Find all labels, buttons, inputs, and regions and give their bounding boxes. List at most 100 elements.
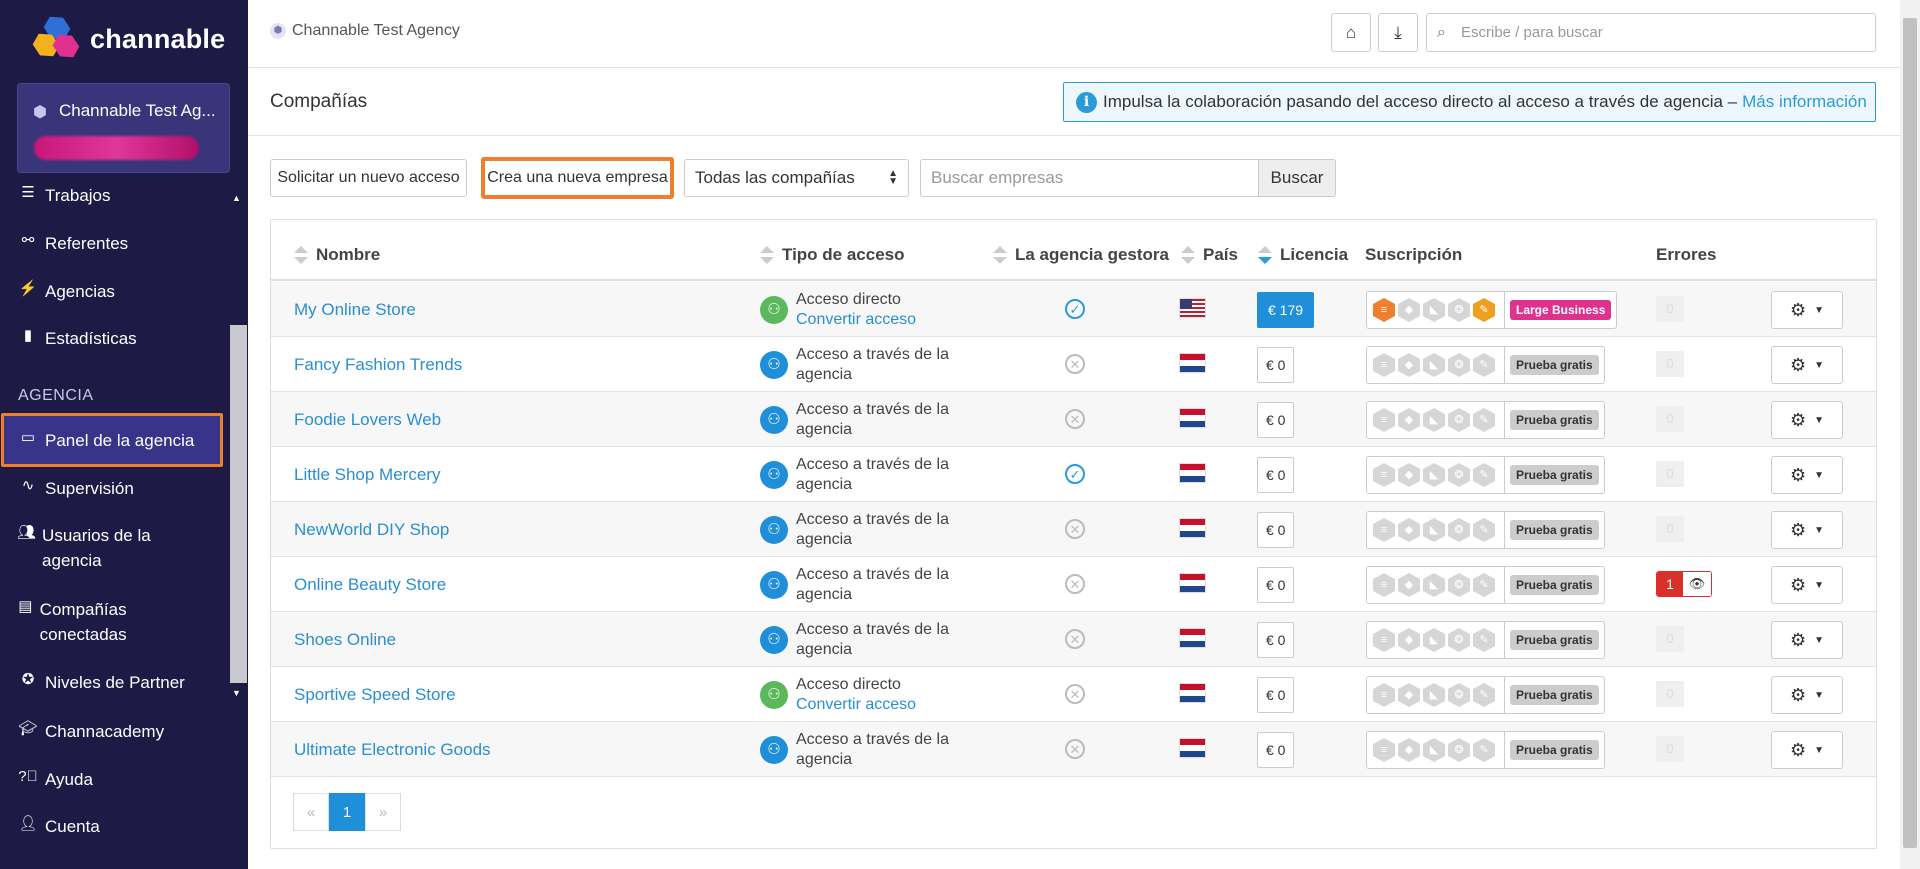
pagination-next[interactable]: » bbox=[365, 793, 401, 831]
sidebar-item-estadisticas[interactable]: ▮ Estadísticas bbox=[0, 326, 228, 351]
subscription-widget[interactable]: ≡ ◆ ◣ ❂ ✎ Prueba gratis bbox=[1366, 401, 1605, 439]
license-badge[interactable]: € 0 bbox=[1257, 512, 1295, 548]
subscription-widget[interactable]: ≡ ◆ ◣ ❂ ✎ Prueba gratis bbox=[1366, 566, 1605, 604]
errors-badge[interactable]: 1 👁︎ bbox=[1656, 571, 1712, 597]
company-name-link[interactable]: My Online Store bbox=[294, 300, 416, 320]
row-settings-button[interactable]: ⚙ ▼ bbox=[1771, 621, 1843, 659]
row-settings-button[interactable]: ⚙ ▼ bbox=[1771, 456, 1843, 494]
errors-count: 0 bbox=[1656, 296, 1684, 322]
chart-icon: ▮ bbox=[23, 327, 33, 344]
subscription-widget[interactable]: ≡ ◆ ◣ ❂ ✎ Prueba gratis bbox=[1366, 731, 1605, 769]
sidebar-item-channacademy[interactable]: 🎓︎ Channacademy bbox=[0, 719, 228, 744]
sidebar-item-niveles[interactable]: ✪ Niveles de Partner bbox=[0, 670, 228, 695]
company-name-link[interactable]: Online Beauty Store bbox=[294, 575, 446, 595]
request-access-button[interactable]: Solicitar un nuevo acceso bbox=[270, 159, 467, 197]
channel-hex-icon: ≡ bbox=[1373, 463, 1395, 487]
row-settings-button[interactable]: ⚙ ▼ bbox=[1771, 346, 1843, 384]
errors-count: 0 bbox=[1656, 406, 1684, 432]
col-name[interactable]: Nombre bbox=[294, 245, 380, 265]
subscription-widget[interactable]: ≡ ◆ ◣ ❂ ✎ Prueba gratis bbox=[1366, 511, 1605, 549]
sidebar-item-referentes[interactable]: ⚯ Referentes bbox=[0, 231, 228, 256]
channel-hex-icon: ✎ bbox=[1473, 298, 1495, 322]
sidebar-item-companias[interactable]: ▤ Compañías conectadas bbox=[0, 597, 175, 647]
company-name-link[interactable]: Foodie Lovers Web bbox=[294, 410, 441, 430]
license-badge[interactable]: € 0 bbox=[1257, 567, 1295, 603]
scroll-up-icon[interactable]: ▲ bbox=[232, 193, 241, 203]
account-redacted-label bbox=[34, 136, 199, 160]
list-icon: ☰ bbox=[21, 184, 35, 201]
license-badge[interactable]: € 0 bbox=[1257, 402, 1295, 438]
nl-flag-icon bbox=[1179, 628, 1206, 648]
subscription-widget[interactable]: ≡ ◆ ◣ ❂ ✎ Large Business bbox=[1366, 291, 1618, 329]
convert-access-link[interactable]: Convertir acceso bbox=[796, 695, 966, 715]
subscription-widget[interactable]: ≡ ◆ ◣ ❂ ✎ Prueba gratis bbox=[1366, 676, 1605, 714]
sidebar-item-panel-agencia[interactable]: ▭ Panel de la agencia bbox=[0, 428, 228, 453]
col-country[interactable]: País bbox=[1181, 245, 1238, 265]
col-manager[interactable]: La agencia gestora bbox=[993, 245, 1169, 265]
col-license[interactable]: Licencia bbox=[1258, 245, 1348, 265]
channel-hex-icon: ◆ bbox=[1398, 298, 1420, 322]
company-name-link[interactable]: Little Shop Mercery bbox=[294, 465, 440, 485]
company-filter-select[interactable]: Todas las compañías ▲ ▼ bbox=[684, 159, 909, 197]
row-settings-button[interactable]: ⚙ ▼ bbox=[1771, 511, 1843, 549]
plan-badge: Prueba gratis bbox=[1510, 685, 1599, 705]
sidebar-scrollbar-thumb[interactable] bbox=[230, 325, 247, 683]
monitor-icon: ▭ bbox=[20, 429, 36, 446]
company-name-link[interactable]: Sportive Speed Store bbox=[294, 685, 456, 705]
subscription-widget[interactable]: ≡ ◆ ◣ ❂ ✎ Prueba gratis bbox=[1366, 346, 1605, 384]
errors-count: 0 bbox=[1656, 681, 1684, 707]
pagination-page[interactable]: 1 bbox=[329, 793, 365, 831]
company-search-button[interactable]: Buscar bbox=[1258, 159, 1336, 197]
sidebar-item-ayuda[interactable]: ?⃝ Ayuda bbox=[0, 767, 228, 792]
row-settings-button[interactable]: ⚙ ▼ bbox=[1771, 731, 1843, 769]
company-search-input[interactable]: Buscar empresas bbox=[920, 159, 1258, 197]
col-errors-label: Errores bbox=[1656, 245, 1717, 264]
subscription-widget[interactable]: ≡ ◆ ◣ ❂ ✎ Prueba gratis bbox=[1366, 456, 1605, 494]
gear-icon: ⚙ bbox=[1789, 354, 1807, 375]
plan-badge: Prueba gratis bbox=[1510, 465, 1599, 485]
sidebar-item-usuarios[interactable]: 👥︎ Usuarios de la agencia bbox=[0, 523, 175, 573]
eye-icon[interactable]: 👁︎ bbox=[1683, 572, 1711, 596]
convert-access-link[interactable]: Convertir acceso bbox=[796, 310, 966, 330]
company-name-link[interactable]: Fancy Fashion Trends bbox=[294, 355, 462, 375]
global-search[interactable]: ⌕ bbox=[1426, 13, 1876, 52]
account-switcher[interactable]: ⬢ Channable Test Ag... bbox=[17, 83, 230, 173]
row-settings-button[interactable]: ⚙ ▼ bbox=[1771, 401, 1843, 439]
company-name-link[interactable]: NewWorld DIY Shop bbox=[294, 520, 449, 540]
access-type-icon: ⚇ bbox=[760, 736, 788, 764]
bolt-icon: ⚡ bbox=[18, 280, 38, 297]
channel-hex-icon: ◣ bbox=[1423, 408, 1445, 432]
col-subscription-label: Suscripción bbox=[1365, 245, 1463, 264]
home-button[interactable]: ⌂ bbox=[1331, 13, 1371, 52]
sidebar-item-cuenta[interactable]: 👤︎ Cuenta bbox=[0, 814, 228, 839]
license-badge[interactable]: € 0 bbox=[1257, 457, 1295, 493]
row-settings-button[interactable]: ⚙ ▼ bbox=[1771, 291, 1843, 329]
license-badge[interactable]: € 0 bbox=[1257, 677, 1295, 713]
sidebar-item-trabajos[interactable]: ☰ Trabajos bbox=[0, 183, 228, 208]
row-settings-button[interactable]: ⚙ ▼ bbox=[1771, 676, 1843, 714]
license-badge[interactable]: € 179 bbox=[1257, 292, 1315, 328]
channable-logo[interactable]: channable bbox=[34, 16, 225, 62]
license-badge[interactable]: € 0 bbox=[1257, 347, 1295, 383]
company-name-link[interactable]: Shoes Online bbox=[294, 630, 396, 650]
col-subscription: Suscripción bbox=[1365, 245, 1462, 265]
company-name-link[interactable]: Ultimate Electronic Goods bbox=[294, 740, 491, 760]
license-badge[interactable]: € 0 bbox=[1257, 622, 1295, 658]
sidebar-item-supervision[interactable]: ∿ Supervisión bbox=[0, 476, 228, 501]
more-info-link[interactable]: Más información bbox=[1742, 92, 1867, 112]
row-settings-button[interactable]: ⚙ ▼ bbox=[1771, 566, 1843, 604]
pagination-prev[interactable]: « bbox=[293, 793, 329, 831]
channel-hex-icon: ◣ bbox=[1423, 738, 1445, 762]
col-access[interactable]: Tipo de acceso bbox=[760, 245, 905, 265]
global-search-input[interactable] bbox=[1461, 24, 1861, 41]
page-scrollbar-thumb[interactable] bbox=[1903, 18, 1917, 848]
sidebar-item-agencias[interactable]: ⚡ Agencias bbox=[0, 279, 228, 304]
new-company-button[interactable]: Crea una nueva empresa bbox=[481, 157, 674, 199]
scroll-down-icon[interactable]: ▼ bbox=[232, 688, 241, 698]
download-button[interactable]: ⤓ bbox=[1378, 13, 1418, 52]
channel-hex-icon: ✎ bbox=[1473, 518, 1495, 542]
search-icon: ⌕ bbox=[1437, 23, 1446, 41]
breadcrumb[interactable]: ⬢ Channable Test Agency bbox=[270, 22, 460, 40]
license-badge[interactable]: € 0 bbox=[1257, 732, 1295, 768]
subscription-widget[interactable]: ≡ ◆ ◣ ❂ ✎ Prueba gratis bbox=[1366, 621, 1605, 659]
